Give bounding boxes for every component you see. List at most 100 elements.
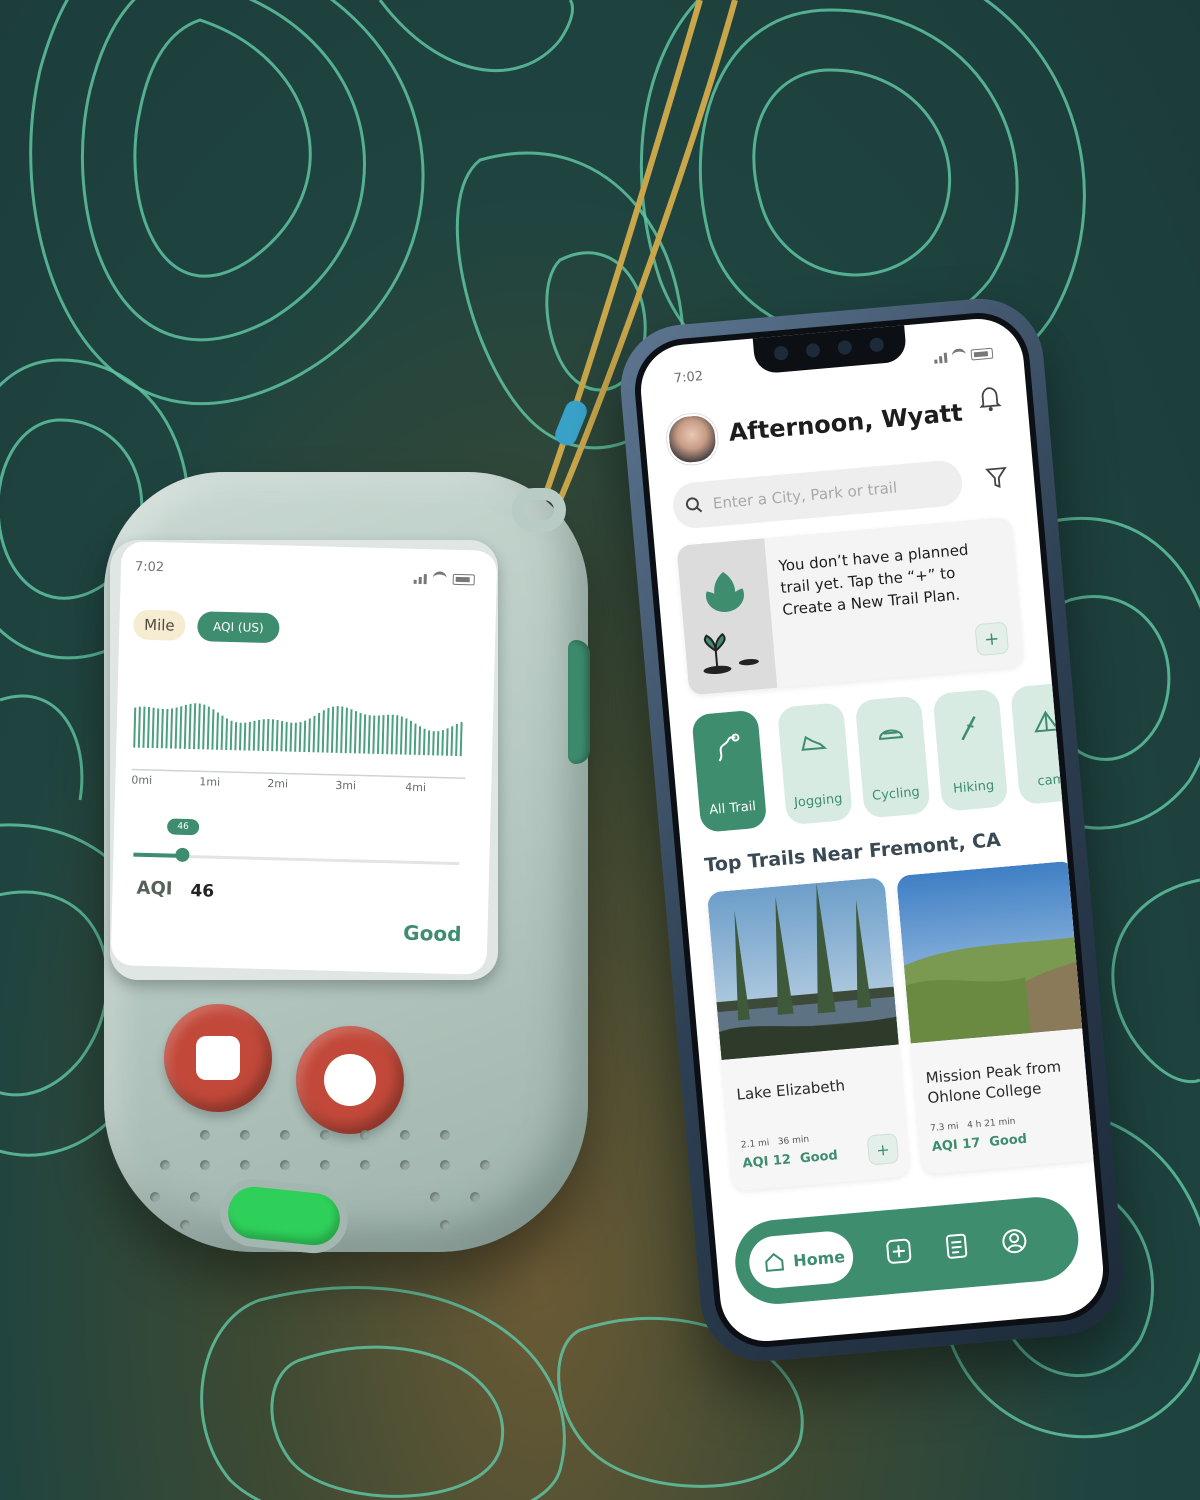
grille-hole xyxy=(280,1160,290,1170)
grille-hole xyxy=(400,1160,410,1170)
aqi-sample-bar xyxy=(261,719,265,751)
grille-hole xyxy=(440,1220,450,1230)
grille-hole xyxy=(440,1160,450,1170)
add-icon[interactable] xyxy=(884,1236,914,1266)
aqi-sample-bar xyxy=(344,707,348,754)
nav-home-button[interactable]: Home xyxy=(747,1229,856,1291)
axis-tick-2mi: 2mi xyxy=(267,777,289,791)
aqi-sample-bar xyxy=(170,708,174,749)
add-plan-button[interactable]: + xyxy=(974,621,1010,657)
aqi-sample-bar xyxy=(151,707,155,749)
aqi-sample-bar xyxy=(372,715,376,754)
bell-icon[interactable] xyxy=(978,385,1002,413)
aqi-label: AQI xyxy=(136,877,173,900)
trail-aqi: AQI 17 Good xyxy=(931,1132,1027,1155)
aqi-sample-bar xyxy=(450,726,454,756)
activity-categories: All Trail Jogging Cycling Hiking cam xyxy=(691,681,1087,835)
sprout-illustration xyxy=(676,538,778,696)
aqi-sample-bar xyxy=(432,731,435,756)
greeting-title: Afternoon, Wyatt xyxy=(727,398,964,447)
battery-icon xyxy=(970,347,994,361)
profile-icon[interactable] xyxy=(999,1226,1029,1256)
aqi-sample-bar xyxy=(298,722,302,752)
aqi-slider-knob[interactable] xyxy=(175,847,190,863)
category-label: Hiking xyxy=(952,778,995,797)
aqi-sample-bar xyxy=(137,706,141,748)
aqi-sample-bar xyxy=(409,720,413,755)
aqi-sample-bar xyxy=(147,707,151,748)
aqi-sample-bar xyxy=(363,714,367,754)
avatar[interactable] xyxy=(665,412,720,467)
search-icon xyxy=(685,497,703,513)
category-all-trail[interactable]: All Trail xyxy=(691,709,768,833)
aqi-sample-bar xyxy=(183,704,187,749)
aqi-sample-bar xyxy=(455,724,458,757)
aqi-sample-bar xyxy=(349,709,353,754)
aqi-sample-bar xyxy=(165,709,169,749)
aqi-sample-bar xyxy=(441,730,444,756)
aqi-sample-bar xyxy=(160,708,164,749)
nav-home-label: Home xyxy=(792,1246,846,1270)
trail-aqi-status: Good xyxy=(988,1131,1028,1150)
aqi-sample-bar xyxy=(206,706,210,750)
aqi-status: Good xyxy=(402,920,462,947)
record-icon xyxy=(324,1054,376,1106)
phone-status-icons xyxy=(933,346,994,364)
trail-card-mission-peak[interactable]: Mission Peak from Ohlone College 7.3 mi … xyxy=(896,860,1100,1175)
device-clock: 7:02 xyxy=(134,559,165,576)
grille-hole xyxy=(180,1220,190,1230)
trail-card-lake-elizabeth[interactable]: Lake Elizabeth 2.1 mi 36 min AQI 12 Good… xyxy=(706,877,911,1192)
notes-icon[interactable] xyxy=(941,1231,971,1261)
aqi-sample-bar xyxy=(215,712,219,750)
trail-plan-card: You don’t have a planned trail yet. Tap … xyxy=(676,516,1025,696)
section-title: Top Trails Near Fremont, CA xyxy=(703,828,1002,877)
aqi-sample-bar xyxy=(399,716,403,755)
trail-meta: 7.3 mi 4 h 21 min xyxy=(930,1117,1016,1134)
grille-hole xyxy=(200,1130,210,1140)
grille-hole xyxy=(320,1160,330,1170)
signal-icon xyxy=(413,574,427,585)
smartphone: 7:02 Afternoon, Wyatt Enter a City, Park… xyxy=(615,293,1129,1367)
grille-hole xyxy=(430,1192,440,1202)
filter-icon[interactable] xyxy=(985,465,1009,491)
unit-toggle-mile[interactable]: Mile xyxy=(133,609,186,641)
grille-hole xyxy=(440,1130,450,1140)
aqi-sample-bar xyxy=(252,720,256,751)
aqi-sample-bar xyxy=(275,720,279,752)
search-placeholder: Enter a City, Park or trail xyxy=(712,478,898,513)
aqi-sample-bar xyxy=(294,722,297,752)
aqi-sample-bar xyxy=(271,719,275,752)
category-hiking[interactable]: Hiking xyxy=(932,688,1009,812)
category-jogging[interactable]: Jogging xyxy=(776,702,854,826)
grille-hole xyxy=(240,1160,250,1170)
search-input[interactable]: Enter a City, Park or trail xyxy=(671,458,965,531)
trail-aqi-value: AQI 17 xyxy=(931,1135,981,1155)
aqi-sample-bar xyxy=(358,712,362,754)
add-trail-button[interactable]: + xyxy=(866,1133,900,1166)
stop-button[interactable] xyxy=(164,1004,272,1112)
category-label: All Trail xyxy=(708,799,757,819)
device-side-button[interactable] xyxy=(568,640,590,764)
aqi-sample-bar xyxy=(353,711,358,754)
aqi-sample-bar xyxy=(303,720,307,753)
home-icon xyxy=(765,1252,785,1272)
shoe-icon xyxy=(801,735,828,751)
aqi-sample-bar xyxy=(395,715,399,755)
category-cycling[interactable]: Cycling xyxy=(854,695,931,819)
bottom-nav-bar: Home xyxy=(731,1193,1082,1308)
trail-duration: 36 min xyxy=(777,1134,810,1148)
plus-icon: + xyxy=(875,1139,891,1160)
grille-hole xyxy=(200,1160,210,1170)
metric-toggle-aqi[interactable]: AQI (US) xyxy=(197,611,280,644)
device-status-icons xyxy=(413,571,475,586)
aqi-sample-bar xyxy=(234,722,238,751)
trail-map-icon xyxy=(718,733,740,762)
category-label: Jogging xyxy=(793,791,844,811)
trail-name: Lake Elizabeth xyxy=(735,1076,846,1104)
record-button[interactable] xyxy=(296,1026,404,1134)
grille-hole xyxy=(240,1130,250,1140)
plan-empty-message: You don’t have a planned trail yet. Tap … xyxy=(777,540,970,619)
axis-tick-1mi: 1mi xyxy=(199,775,221,789)
category-label: cam xyxy=(1036,771,1066,790)
grille-hole xyxy=(280,1130,290,1140)
